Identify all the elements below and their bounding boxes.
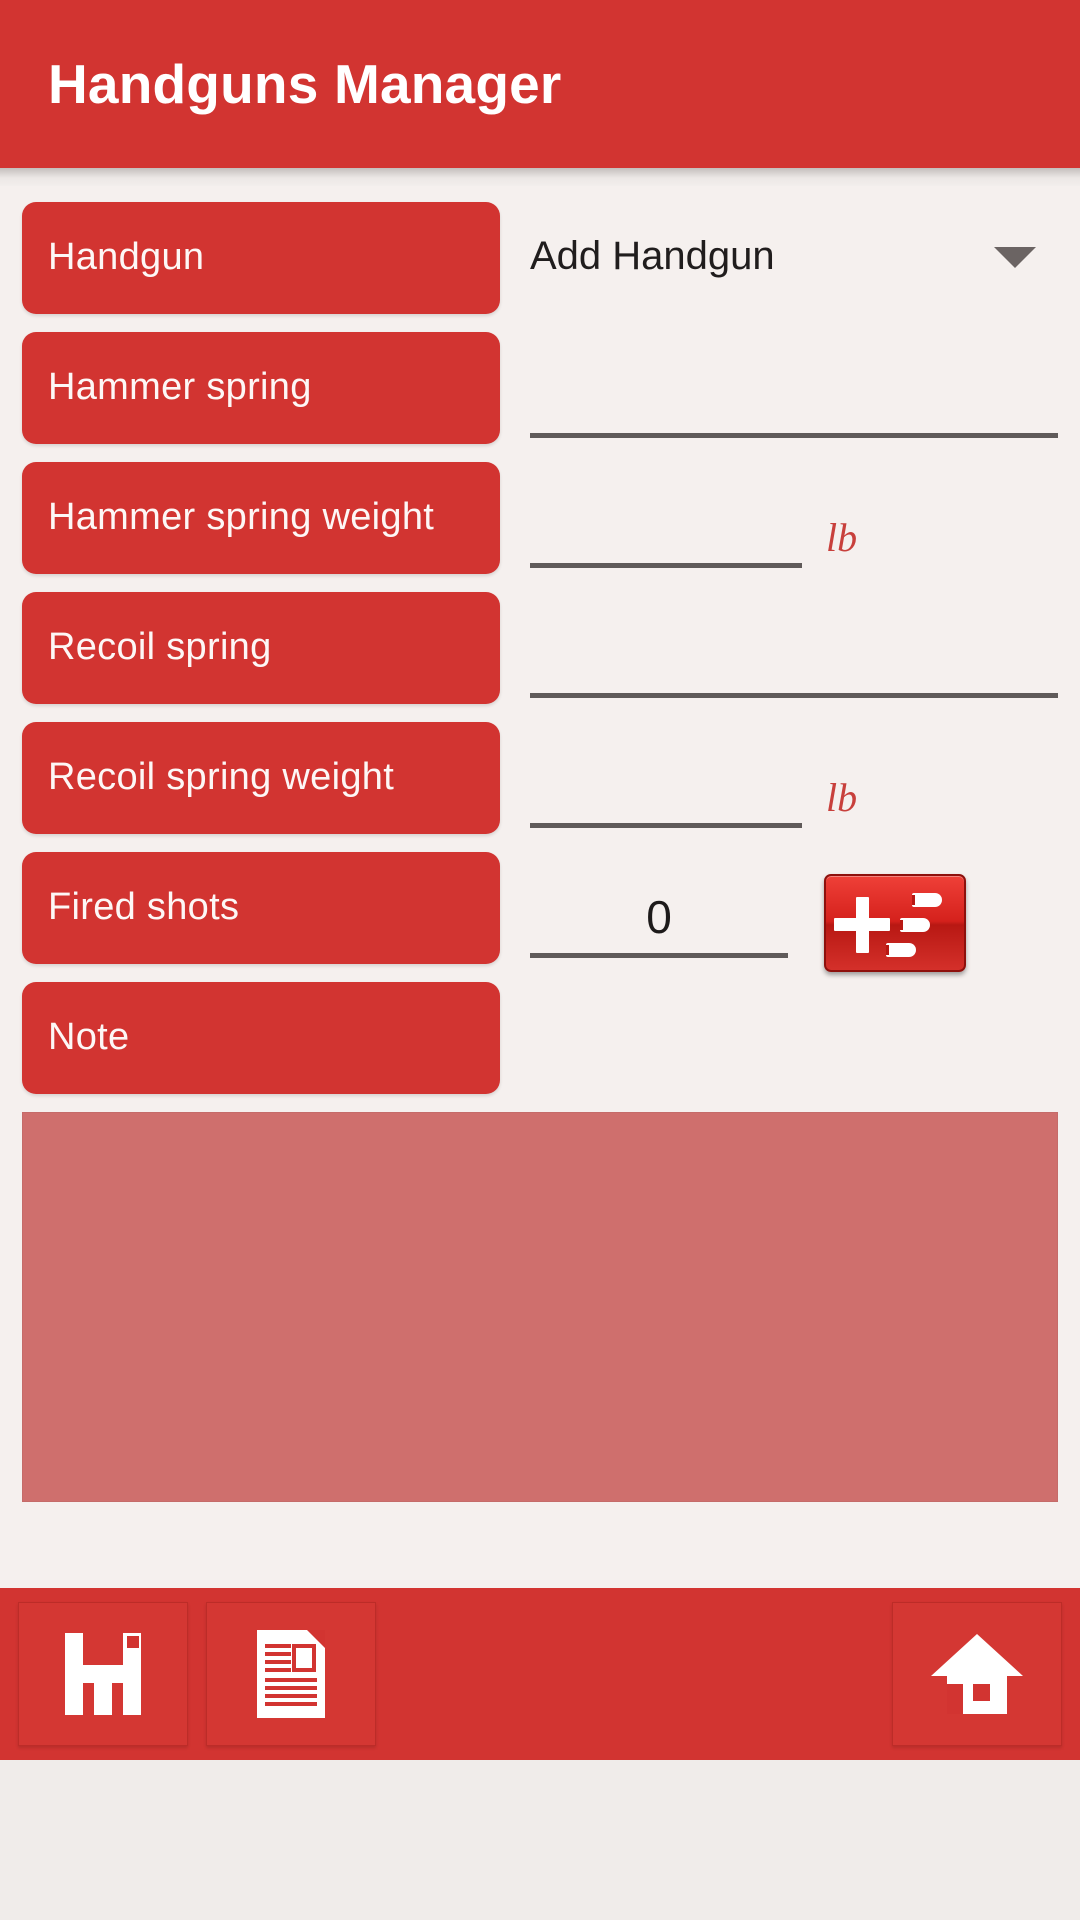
- label-hammer-spring-text: Hammer spring: [48, 366, 312, 409]
- label-recoil-spring-weight[interactable]: Recoil spring weight: [22, 722, 500, 834]
- report-button[interactable]: [206, 1602, 376, 1746]
- save-button[interactable]: [18, 1602, 188, 1746]
- note-label-spacer: [530, 982, 1058, 1094]
- label-hammer-spring-weight[interactable]: Hammer spring weight: [22, 462, 500, 574]
- fired-shots-value: 0: [646, 890, 672, 943]
- label-recoil-spring-weight-text: Recoil spring weight: [48, 756, 395, 799]
- recoil-spring-weight-field: lb: [530, 722, 1058, 834]
- label-recoil-spring-text: Recoil spring: [48, 626, 272, 669]
- label-fired-shots[interactable]: Fired shots: [22, 852, 500, 964]
- hammer-spring-weight-input[interactable]: [530, 514, 802, 568]
- handgun-select[interactable]: Add Handgun: [530, 202, 1058, 314]
- chevron-down-icon: [994, 246, 1036, 268]
- note-textarea[interactable]: [22, 1112, 1058, 1502]
- label-fired-shots-text: Fired shots: [48, 886, 240, 929]
- hammer-spring-field[interactable]: [530, 332, 1058, 444]
- recoil-weight-wrap: lb: [530, 774, 1058, 828]
- hammer-spring-input[interactable]: [530, 384, 1058, 438]
- bottom-toolbar: [0, 1588, 1080, 1760]
- form-row-recoil-spring: Recoil spring: [22, 592, 1058, 704]
- fired-shots-field: 0: [530, 852, 1058, 972]
- label-handgun-text: Handgun: [48, 236, 205, 279]
- add-rounds-icon[interactable]: [824, 874, 966, 972]
- document-icon: [257, 1630, 325, 1718]
- recoil-weight-unit-label: lb: [826, 775, 858, 820]
- hammer-weight-wrap: lb: [530, 514, 1058, 568]
- app-root: Handguns Manager Handgun Add Handgun Ham…: [0, 0, 1080, 1920]
- label-hammer-spring-weight-text: Hammer spring weight: [48, 496, 435, 539]
- label-handgun[interactable]: Handgun: [22, 202, 500, 314]
- form-row-handgun: Handgun Add Handgun: [22, 202, 1058, 314]
- label-note-text: Note: [48, 1016, 130, 1059]
- bullet-icon-1: [912, 893, 942, 907]
- home-icon: [931, 1634, 1023, 1714]
- label-recoil-spring[interactable]: Recoil spring: [22, 592, 500, 704]
- form-row-hammer-spring-weight: Hammer spring weight lb: [22, 462, 1058, 574]
- form-row-recoil-spring-weight: Recoil spring weight lb: [22, 722, 1058, 834]
- form-row-fired-shots: Fired shots 0: [22, 852, 1058, 972]
- handgun-select-value: Add Handgun: [530, 233, 775, 278]
- footer-padding: [0, 1760, 1080, 1920]
- bullet-icon-3: [886, 943, 916, 957]
- page-title: Handguns Manager: [48, 52, 562, 115]
- recoil-spring-input[interactable]: [530, 644, 1058, 698]
- fired-shots-wrap: 0: [530, 874, 1058, 972]
- form-row-hammer-spring: Hammer spring: [22, 332, 1058, 444]
- home-button[interactable]: [892, 1602, 1062, 1746]
- form-row-note: Note: [22, 982, 1058, 1094]
- hammer-spring-weight-field: lb: [530, 462, 1058, 574]
- form-content: Handgun Add Handgun Hammer spring Hammer…: [0, 186, 1080, 1588]
- recoil-spring-weight-input[interactable]: [530, 774, 802, 828]
- label-note[interactable]: Note: [22, 982, 500, 1094]
- recoil-spring-field[interactable]: [530, 592, 1058, 704]
- app-header: Handguns Manager: [0, 0, 1080, 168]
- header-shadow: [0, 168, 1080, 186]
- bullet-icon-2: [900, 918, 930, 932]
- fired-shots-input[interactable]: 0: [530, 888, 788, 958]
- hammer-weight-unit-label: lb: [826, 515, 858, 560]
- plus-icon-vertical: [856, 897, 869, 953]
- floppy-disk-icon: [65, 1633, 141, 1715]
- form-rows: Handgun Add Handgun Hammer spring Hammer…: [0, 186, 1080, 1094]
- label-hammer-spring[interactable]: Hammer spring: [22, 332, 500, 444]
